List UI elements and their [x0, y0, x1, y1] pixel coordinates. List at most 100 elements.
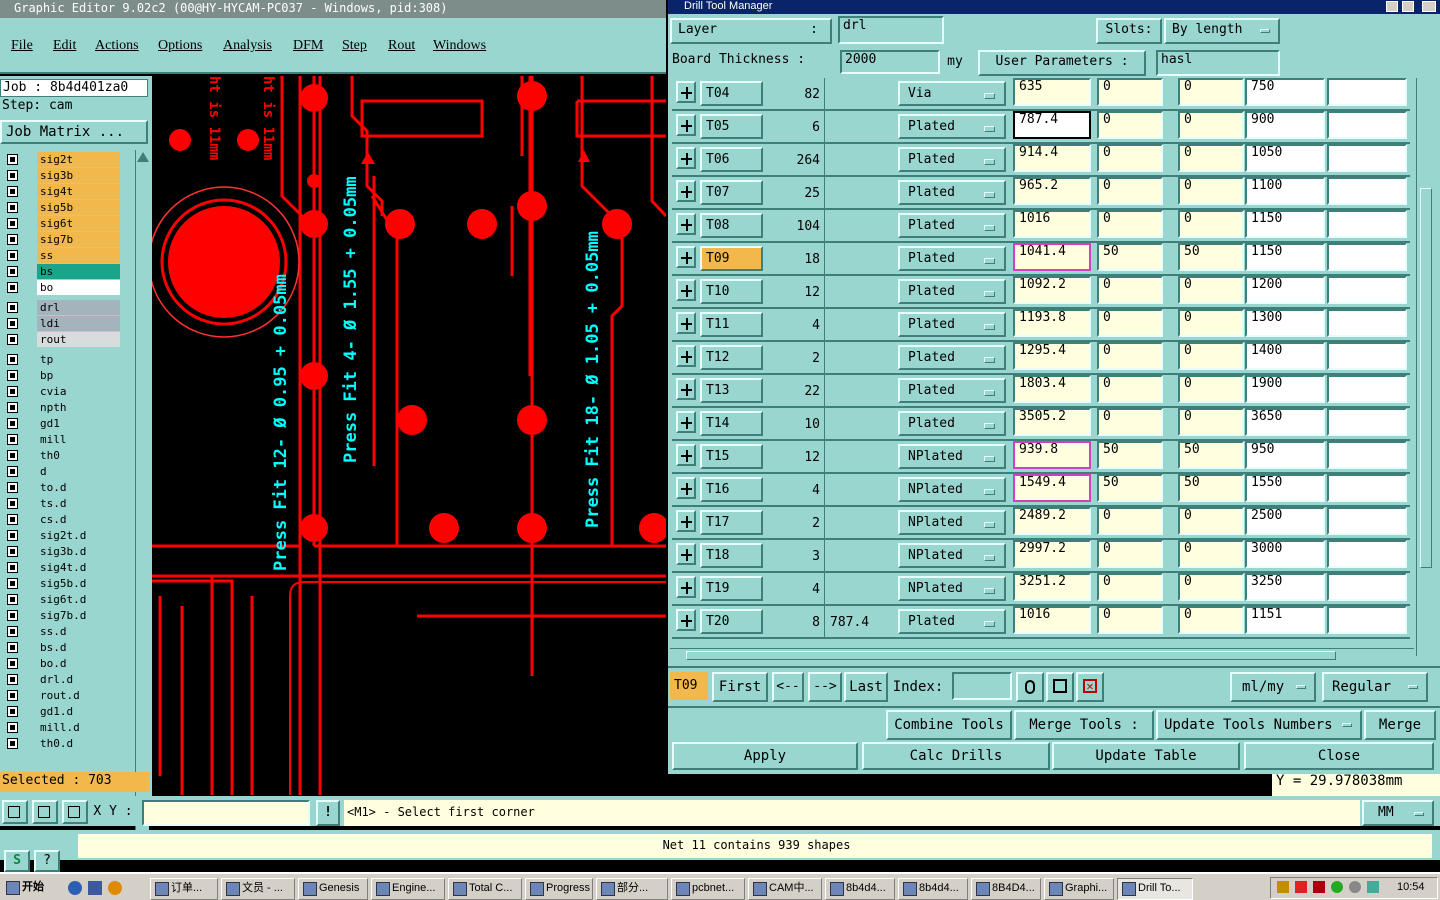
user-parameters-field[interactable]: hasl: [1156, 50, 1280, 76]
layer-row-th0.d[interactable]: th0.d: [3, 736, 120, 751]
tool-name[interactable]: T15: [700, 444, 763, 469]
job-matrix-button[interactable]: Job Matrix ...: [0, 120, 148, 144]
layer-name[interactable]: sig3b: [37, 168, 120, 183]
drill-size-field[interactable]: 3505.2: [1013, 408, 1091, 436]
tool-name[interactable]: T11: [700, 312, 763, 337]
layer-checkbox[interactable]: [7, 154, 18, 165]
tray-icon[interactable]: [1295, 881, 1307, 893]
minus-tolerance-field[interactable]: 0: [1178, 177, 1244, 205]
add-tool-icon[interactable]: [676, 246, 696, 268]
menu-edit[interactable]: Edit: [53, 38, 76, 54]
layer-name[interactable]: sig2t: [37, 152, 120, 167]
finished-size-field[interactable]: 3000: [1245, 540, 1325, 568]
taskbar-item[interactable]: 订单...: [150, 878, 218, 900]
plus-tolerance-field[interactable]: 0: [1097, 375, 1163, 403]
finished-size-field[interactable]: 3650: [1245, 408, 1325, 436]
extra-field[interactable]: [1327, 78, 1407, 106]
search-icon[interactable]: [1016, 672, 1044, 702]
extra-field[interactable]: [1327, 375, 1407, 403]
user-parameters-button[interactable]: User Parameters :: [978, 50, 1146, 76]
pcb-drawing[interactable]: ht is 11mm ht is 11mm Press Fit 12- Ø 0.…: [152, 76, 666, 795]
extra-field[interactable]: [1327, 342, 1407, 370]
finished-size-field[interactable]: 1150: [1245, 243, 1325, 271]
extra-field[interactable]: [1327, 441, 1407, 469]
drill-size-field[interactable]: 1193.8: [1013, 309, 1091, 337]
layer-checkbox[interactable]: [7, 402, 18, 413]
units-mm-dropdown[interactable]: MM: [1362, 800, 1434, 826]
layer-checkbox[interactable]: [7, 514, 18, 525]
layer-checkbox[interactable]: [7, 674, 18, 685]
layer-checkbox[interactable]: [7, 202, 18, 213]
layer-row-ldi[interactable]: ldi: [3, 316, 120, 331]
units-dropdown[interactable]: ml/my: [1230, 672, 1316, 702]
layer-row-to.d[interactable]: to.d: [3, 480, 120, 495]
app-s-icon[interactable]: S: [4, 850, 30, 872]
layer-name[interactable]: sig7b: [37, 232, 120, 247]
drill-size-field[interactable]: 1803.4: [1013, 375, 1091, 403]
minus-tolerance-field[interactable]: 0: [1178, 111, 1244, 139]
plus-tolerance-field[interactable]: 0: [1097, 507, 1163, 535]
menu-rout[interactable]: Rout: [388, 38, 415, 54]
layer-name[interactable]: cs.d: [37, 512, 120, 527]
combine-tools-button[interactable]: Combine Tools: [886, 710, 1012, 740]
taskbar-item[interactable]: Graphi...: [1044, 878, 1114, 900]
layer-name[interactable]: d: [37, 464, 120, 479]
extra-field[interactable]: [1327, 144, 1407, 172]
tool-name[interactable]: T12: [700, 345, 763, 370]
layer-row-sig7b.d[interactable]: sig7b.d: [3, 608, 120, 623]
cycle-icon[interactable]: [1046, 672, 1074, 702]
layer-list-scrollbar[interactable]: [135, 150, 149, 844]
layer-checkbox[interactable]: [7, 610, 18, 621]
layer-row-sig5b.d[interactable]: sig5b.d: [3, 576, 120, 591]
layer-checkbox[interactable]: [7, 642, 18, 653]
layer-row-sig3b[interactable]: sig3b: [3, 168, 120, 183]
finished-size-field[interactable]: 750: [1245, 78, 1325, 106]
finished-size-field[interactable]: 1150: [1245, 210, 1325, 238]
finished-size-field[interactable]: 2500: [1245, 507, 1325, 535]
plus-tolerance-field[interactable]: 0: [1097, 276, 1163, 304]
extra-field[interactable]: [1327, 210, 1407, 238]
layer-checkbox[interactable]: [7, 354, 18, 365]
layer-name[interactable]: mill.d: [37, 720, 120, 735]
layer-row-gd1[interactable]: gd1: [3, 416, 120, 431]
minus-tolerance-field[interactable]: 0: [1178, 540, 1244, 568]
plus-tolerance-field[interactable]: 0: [1097, 177, 1163, 205]
layer-name[interactable]: ts.d: [37, 496, 120, 511]
tool-type-dropdown[interactable]: Plated: [898, 114, 1006, 139]
layer-row-th0[interactable]: th0: [3, 448, 120, 463]
layer-row-bs[interactable]: bs: [3, 264, 120, 279]
layer-row-sig2t.d[interactable]: sig2t.d: [3, 528, 120, 543]
layer-checkbox[interactable]: [7, 546, 18, 557]
layer-row-gd1.d[interactable]: gd1.d: [3, 704, 120, 719]
minus-tolerance-field[interactable]: 0: [1178, 507, 1244, 535]
minus-tolerance-field[interactable]: 0: [1178, 606, 1244, 634]
add-tool-icon[interactable]: [676, 312, 696, 334]
menu-analysis[interactable]: Analysis: [223, 38, 272, 54]
tool-type-dropdown[interactable]: Via: [898, 81, 1006, 106]
layer-name[interactable]: mill: [37, 432, 120, 447]
layer-row-rout.d[interactable]: rout.d: [3, 688, 120, 703]
layer-row-sig3b.d[interactable]: sig3b.d: [3, 544, 120, 559]
alert-icon[interactable]: !: [316, 800, 340, 826]
last-button[interactable]: Last: [844, 672, 888, 702]
close-window-icon[interactable]: [1422, 1, 1436, 12]
layer-name[interactable]: bs.d: [37, 640, 120, 655]
finished-size-field[interactable]: 1400: [1245, 342, 1325, 370]
layer-checkbox[interactable]: [7, 450, 18, 461]
tool-name[interactable]: T20: [700, 609, 763, 634]
menu-actions[interactable]: Actions: [95, 38, 139, 54]
drill-size-field[interactable]: 2997.2: [1013, 540, 1091, 568]
tool-type-dropdown[interactable]: NPlated: [898, 510, 1006, 535]
table-vertical-scrollbar[interactable]: [1416, 78, 1436, 656]
tool-type-dropdown[interactable]: Plated: [898, 378, 1006, 403]
extra-field[interactable]: [1327, 309, 1407, 337]
layer-row-cvia[interactable]: cvia: [3, 384, 120, 399]
tool-name[interactable]: T10: [700, 279, 763, 304]
plus-tolerance-field[interactable]: 0: [1097, 573, 1163, 601]
tool-name[interactable]: T19: [700, 576, 763, 601]
layer-name[interactable]: tp: [37, 352, 120, 367]
add-tool-icon[interactable]: [676, 213, 696, 235]
layer-row-sig5b[interactable]: sig5b: [3, 200, 120, 215]
drill-size-field[interactable]: 2489.2: [1013, 507, 1091, 535]
layer-row-sig7b[interactable]: sig7b: [3, 232, 120, 247]
